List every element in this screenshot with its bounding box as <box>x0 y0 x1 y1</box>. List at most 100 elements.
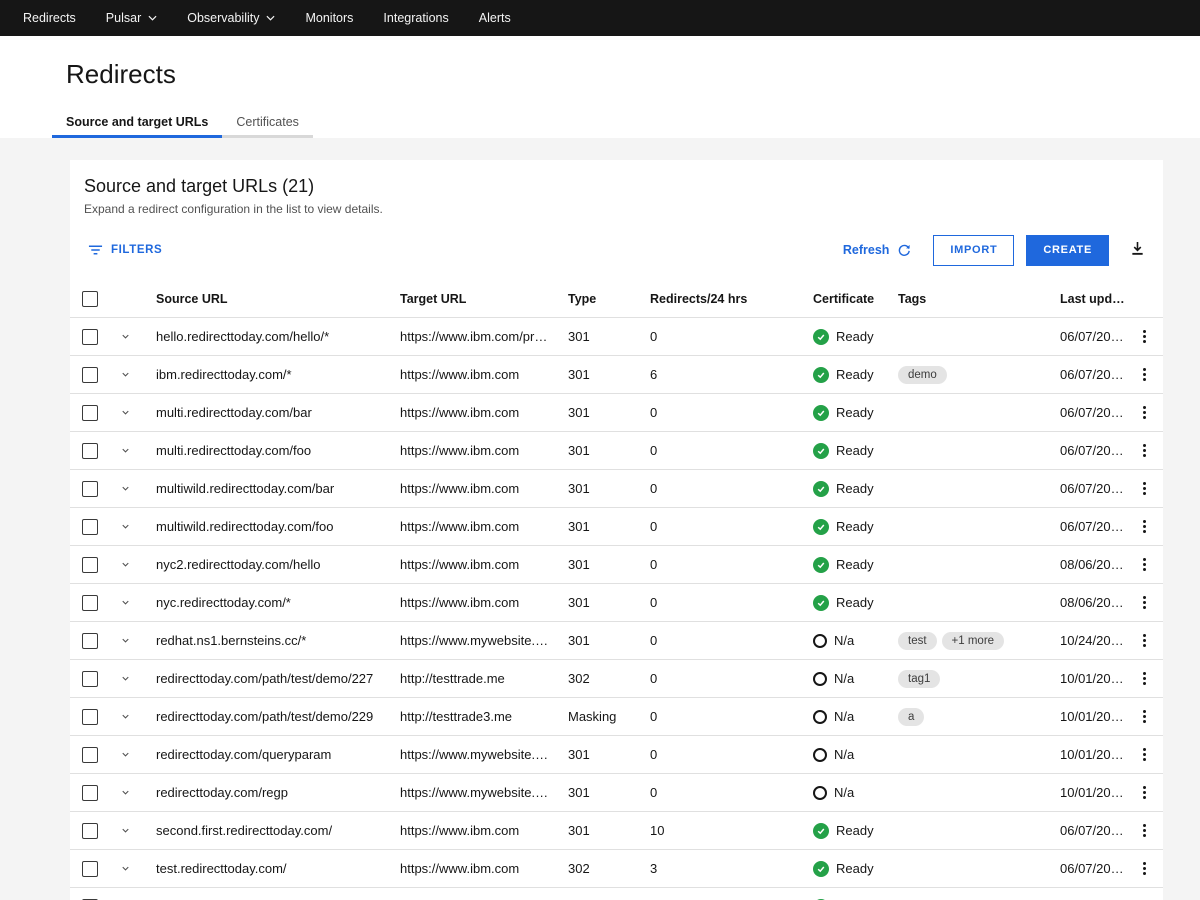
redirects-count-cell: 0 <box>634 519 797 534</box>
chevron-down-icon <box>148 15 157 21</box>
certificate-cell: Ready <box>797 405 882 421</box>
last-updated-cell: 10/01/2024 <box>1044 709 1125 724</box>
type-cell: Masking <box>552 709 634 724</box>
target-url-cell: https://www.ibm.com/produc... <box>384 329 552 344</box>
source-url-cell: redirecttoday.com/path/test/demo/229 <box>140 709 384 724</box>
overflow-menu-icon[interactable] <box>1137 819 1152 842</box>
overflow-menu-icon[interactable] <box>1137 439 1152 462</box>
overflow-menu-icon[interactable] <box>1137 325 1152 348</box>
overflow-menu-icon[interactable] <box>1137 515 1152 538</box>
row-checkbox[interactable] <box>82 481 98 497</box>
expand-chevron-icon[interactable] <box>120 445 131 456</box>
certificate-status-label: N/a <box>834 633 854 648</box>
overflow-menu-icon[interactable] <box>1137 667 1152 690</box>
tag-pill[interactable]: demo <box>898 366 947 384</box>
expand-chevron-icon[interactable] <box>120 749 131 760</box>
tag-pill[interactable]: test <box>898 632 937 650</box>
expand-chevron-icon[interactable] <box>120 635 131 646</box>
certificate-status-label: N/a <box>834 671 854 686</box>
expand-chevron-icon[interactable] <box>120 369 131 380</box>
last-updated-cell: 06/07/2024 <box>1044 367 1125 382</box>
row-checkbox[interactable] <box>82 747 98 763</box>
overflow-menu-icon[interactable] <box>1137 477 1152 500</box>
certificate-cell: Ready <box>797 595 882 611</box>
type-cell: 302 <box>552 861 634 876</box>
tab[interactable]: Source and target URLs <box>52 108 222 138</box>
overflow-menu-icon[interactable] <box>1137 591 1152 614</box>
overflow-menu-icon[interactable] <box>1137 895 1152 900</box>
row-checkbox[interactable] <box>82 823 98 839</box>
tab[interactable]: Certificates <box>222 108 313 138</box>
last-updated-cell: 06/07/2024 <box>1044 519 1125 534</box>
row-checkbox[interactable] <box>82 329 98 345</box>
refresh-button[interactable]: Refresh <box>843 243 912 257</box>
certificate-status-icon <box>813 786 827 800</box>
nav-item[interactable]: Alerts <box>464 0 526 36</box>
overflow-menu-icon[interactable] <box>1137 401 1152 424</box>
type-cell: 301 <box>552 823 634 838</box>
row-checkbox[interactable] <box>82 519 98 535</box>
expand-chevron-icon[interactable] <box>120 521 131 532</box>
overflow-menu-icon[interactable] <box>1137 781 1152 804</box>
certificate-cell: Ready <box>797 367 882 383</box>
certificate-cell: N/a <box>797 633 882 648</box>
nav-item[interactable]: Redirects <box>8 0 91 36</box>
toolbar-actions: Refresh IMPORT CREATE <box>843 235 1147 266</box>
tags-cell: demo <box>882 366 1044 384</box>
import-button[interactable]: IMPORT <box>933 235 1014 266</box>
nav-item[interactable]: Observability <box>172 0 290 36</box>
row-checkbox[interactable] <box>82 709 98 725</box>
table-row: multiwild.redirecttoday.com/foo https://… <box>70 508 1163 546</box>
target-url-cell: http://testtrade3.me <box>384 709 552 724</box>
overflow-menu-icon[interactable] <box>1137 363 1152 386</box>
select-all-checkbox[interactable] <box>82 291 98 307</box>
nav-item[interactable]: Pulsar <box>91 0 172 36</box>
last-updated-cell: 06/07/2024 <box>1044 329 1125 344</box>
certificate-cell: Ready <box>797 519 882 535</box>
page-header: Redirects Source and target URLs Certifi… <box>0 58 1200 138</box>
tag-pill[interactable]: a <box>898 708 924 726</box>
tag-pill[interactable]: tag1 <box>898 670 940 688</box>
expand-chevron-icon[interactable] <box>120 559 131 570</box>
overflow-menu-icon[interactable] <box>1137 705 1152 728</box>
row-checkbox[interactable] <box>82 443 98 459</box>
expand-chevron-icon[interactable] <box>120 711 131 722</box>
filters-button[interactable]: FILTERS <box>88 244 162 256</box>
nav-item[interactable]: Monitors <box>290 0 368 36</box>
expand-chevron-icon[interactable] <box>120 825 131 836</box>
row-checkbox[interactable] <box>82 671 98 687</box>
target-url-cell: https://www.mywebsite.com <box>384 633 552 648</box>
row-checkbox[interactable] <box>82 633 98 649</box>
redirects-count-cell: 0 <box>634 443 797 458</box>
expand-chevron-icon[interactable] <box>120 597 131 608</box>
overflow-menu-icon[interactable] <box>1137 743 1152 766</box>
expand-chevron-icon[interactable] <box>120 331 131 342</box>
row-checkbox[interactable] <box>82 367 98 383</box>
top-nav: Redirects Pulsar Observability Monitors … <box>0 0 1200 36</box>
panel-header: Source and target URLs (21) Expand a red… <box>70 160 1163 216</box>
expand-chevron-icon[interactable] <box>120 787 131 798</box>
create-button[interactable]: CREATE <box>1026 235 1109 266</box>
row-checkbox[interactable] <box>82 557 98 573</box>
refresh-icon <box>897 243 911 257</box>
overflow-menu-icon[interactable] <box>1137 857 1152 880</box>
row-checkbox[interactable] <box>82 405 98 421</box>
expand-chevron-icon[interactable] <box>120 407 131 418</box>
last-updated-cell: 06/07/2024 <box>1044 481 1125 496</box>
last-updated-cell: 10/24/2024 <box>1044 633 1125 648</box>
download-button[interactable] <box>1128 239 1147 261</box>
nav-item[interactable]: Integrations <box>368 0 463 36</box>
row-checkbox[interactable] <box>82 595 98 611</box>
expand-chevron-icon[interactable] <box>120 483 131 494</box>
certificate-cell: N/a <box>797 747 882 762</box>
overflow-menu-icon[interactable] <box>1137 553 1152 576</box>
expand-chevron-icon[interactable] <box>120 863 131 874</box>
row-checkbox[interactable] <box>82 785 98 801</box>
row-checkbox[interactable] <box>82 861 98 877</box>
panel-title: Source and target URLs (21) <box>84 176 1149 197</box>
tag-pill[interactable]: +1 more <box>942 632 1005 650</box>
target-url-cell: https://www.ibm.com <box>384 519 552 534</box>
expand-chevron-icon[interactable] <box>120 673 131 684</box>
nav-item-label: Observability <box>187 11 259 25</box>
overflow-menu-icon[interactable] <box>1137 629 1152 652</box>
